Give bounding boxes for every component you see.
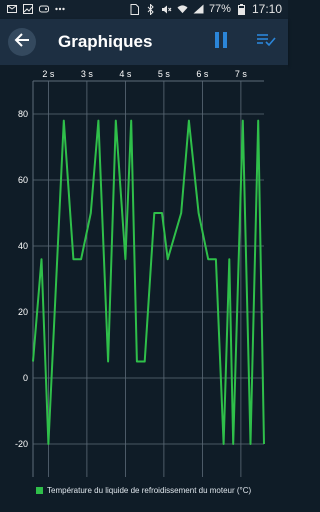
signal-icon xyxy=(193,4,204,15)
sim-icon xyxy=(129,3,140,15)
legend-label: Température du liquide de refroidissemen… xyxy=(47,486,252,495)
y-tick-label: 80 xyxy=(18,109,28,119)
image-icon xyxy=(22,3,33,14)
series-line xyxy=(32,119,265,445)
x-tick-label: 5 s xyxy=(158,69,171,79)
more-icon xyxy=(54,3,65,14)
y-tick-label: 0 xyxy=(23,373,28,383)
status-right-icons: 77% 17:10 xyxy=(129,2,282,16)
x-tick-label: 7 s xyxy=(235,69,248,79)
battery-icon xyxy=(236,3,247,15)
temperature-chart: 2 s 3 s 4 s 5 s 6 s 7 s 80 60 40 20 0 -20 xyxy=(15,69,265,477)
pause-button[interactable] xyxy=(210,31,232,53)
chart-legend: Température du liquide de refroidissemen… xyxy=(36,486,251,495)
battery-percent: 77% xyxy=(208,3,231,15)
playlist-check-icon xyxy=(256,33,276,52)
app-bar: Graphiques xyxy=(0,19,288,65)
y-tick-label: 40 xyxy=(18,241,28,251)
y-tick-label: 60 xyxy=(18,175,28,185)
wifi-icon xyxy=(177,4,188,15)
arrow-back-icon xyxy=(14,32,30,52)
playlist-button[interactable] xyxy=(254,31,278,53)
x-tick-label: 6 s xyxy=(196,69,209,79)
bluetooth-icon xyxy=(145,3,156,15)
x-tick-label: 2 s xyxy=(42,69,55,79)
x-tick-label: 3 s xyxy=(81,69,94,79)
chart-area: 2 s 3 s 4 s 5 s 6 s 7 s 80 60 40 20 0 -20 xyxy=(0,65,288,512)
status-left-icons xyxy=(6,3,65,14)
pause-icon xyxy=(214,31,228,53)
y-tick-label: -20 xyxy=(15,439,28,449)
mail-icon xyxy=(6,3,17,14)
clock-time: 17:10 xyxy=(251,2,282,16)
back-button[interactable] xyxy=(8,28,36,56)
game-icon xyxy=(38,3,49,14)
x-tick-label: 4 s xyxy=(119,69,132,79)
legend-swatch xyxy=(36,487,43,494)
page-title: Graphiques xyxy=(58,32,153,51)
mute-icon xyxy=(161,4,172,15)
y-tick-label: 20 xyxy=(18,307,28,317)
status-bar: 77% 17:10 xyxy=(0,0,288,19)
